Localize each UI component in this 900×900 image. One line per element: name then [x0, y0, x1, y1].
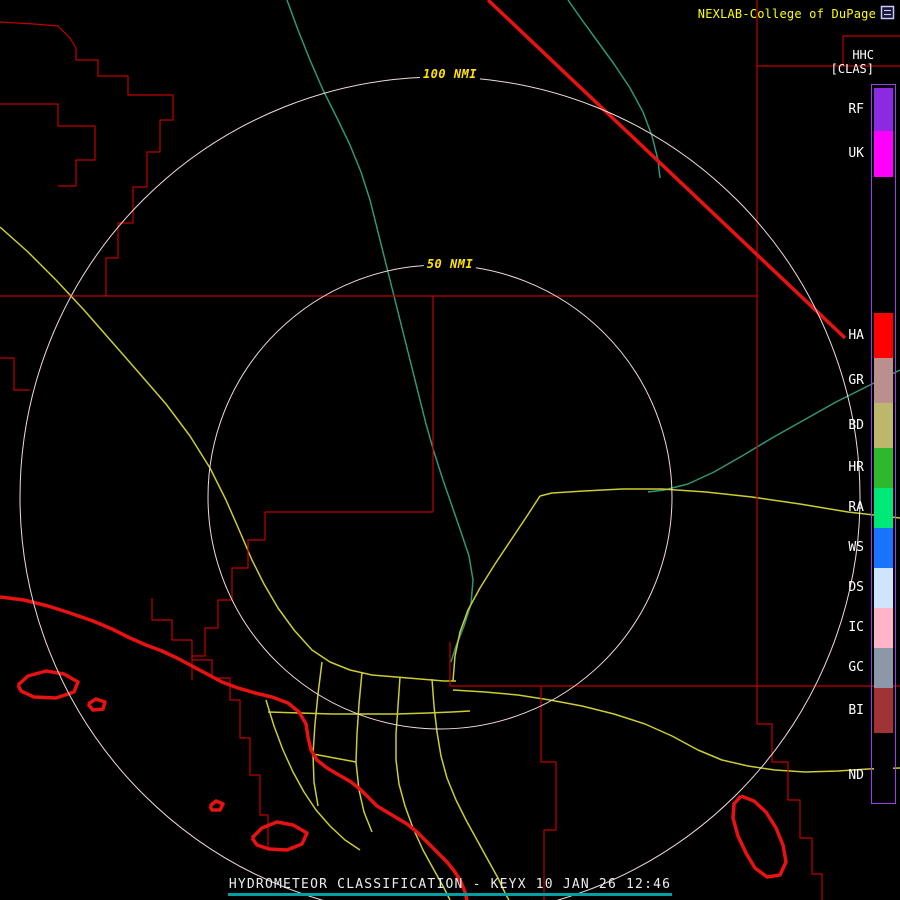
legend-swatch-bd — [874, 403, 893, 448]
county-line — [540, 686, 557, 900]
county-line — [0, 103, 96, 187]
product-code-label: HHC — [852, 48, 874, 62]
state-coast-line — [731, 794, 788, 879]
legend-label-ws: WS — [848, 540, 864, 555]
county-line — [151, 598, 269, 848]
legend-swatch-uk — [874, 131, 893, 177]
legend-label-gc: GC — [848, 660, 864, 675]
footer-underline — [228, 893, 672, 896]
range-ring — [19, 76, 861, 900]
state-coast-line — [250, 820, 309, 852]
legend-label-ha: HA — [848, 328, 864, 343]
legend-label-gr: GR — [848, 373, 864, 388]
legend-swatch-ic — [874, 608, 893, 648]
footer-product-title: HYDROMETEOR CLASSIFICATION - KEYX 10 JAN… — [228, 877, 672, 892]
range-ring — [207, 264, 673, 730]
product-code-block: HHC [CLAS] — [831, 48, 874, 76]
river — [286, 0, 474, 663]
legend-label-uk: UK — [848, 146, 864, 161]
legend-label-rf: RF — [848, 102, 864, 117]
county-line — [0, 21, 174, 296]
state-coast-line — [486, 0, 847, 340]
legend-label-bi: BI — [848, 703, 864, 718]
range-ring-label: 100 NMI — [419, 67, 481, 81]
road — [312, 661, 323, 807]
county-line — [0, 357, 30, 391]
legend-swatch-rf — [874, 88, 893, 131]
legend-swatch-hr — [874, 448, 893, 488]
legend-label-hr: HR — [848, 460, 864, 475]
map-svg — [0, 0, 900, 900]
state-coast-line — [208, 799, 225, 812]
legend-swatch-ha — [874, 313, 893, 358]
range-ring-label: 50 NMI — [423, 257, 477, 271]
legend-swatch-ra — [874, 488, 893, 528]
county-line — [191, 512, 266, 680]
state-coast-line — [0, 595, 469, 900]
legend-label-bd: BD — [848, 418, 864, 433]
product-tag-label: [CLAS] — [830, 62, 874, 76]
legend-label-ds: DS — [848, 580, 864, 595]
nexlab-page-icon — [880, 5, 895, 20]
state-coast-line — [86, 697, 107, 712]
legend-swatch-bi — [874, 688, 893, 733]
legend-swatch-nd — [874, 733, 893, 798]
road — [355, 671, 373, 833]
legend-swatch-gc — [874, 648, 893, 688]
legend-swatch-gap — [874, 177, 893, 313]
road — [395, 676, 451, 900]
county-line — [756, 686, 823, 900]
legend-swatch-ds — [874, 568, 893, 608]
legend-label-ic: IC — [848, 620, 864, 635]
header-title: NEXLAB-College of DuPage — [697, 7, 876, 21]
legend-swatch-ws — [874, 528, 893, 568]
legend-swatch-gr — [874, 358, 893, 403]
legend-label-ra: RA — [848, 500, 864, 515]
legend-label-nd: ND — [848, 768, 864, 783]
road — [452, 495, 541, 682]
radar-display: 50 NMI 100 NMI NEXLAB-College of DuPage H… — [0, 0, 900, 900]
